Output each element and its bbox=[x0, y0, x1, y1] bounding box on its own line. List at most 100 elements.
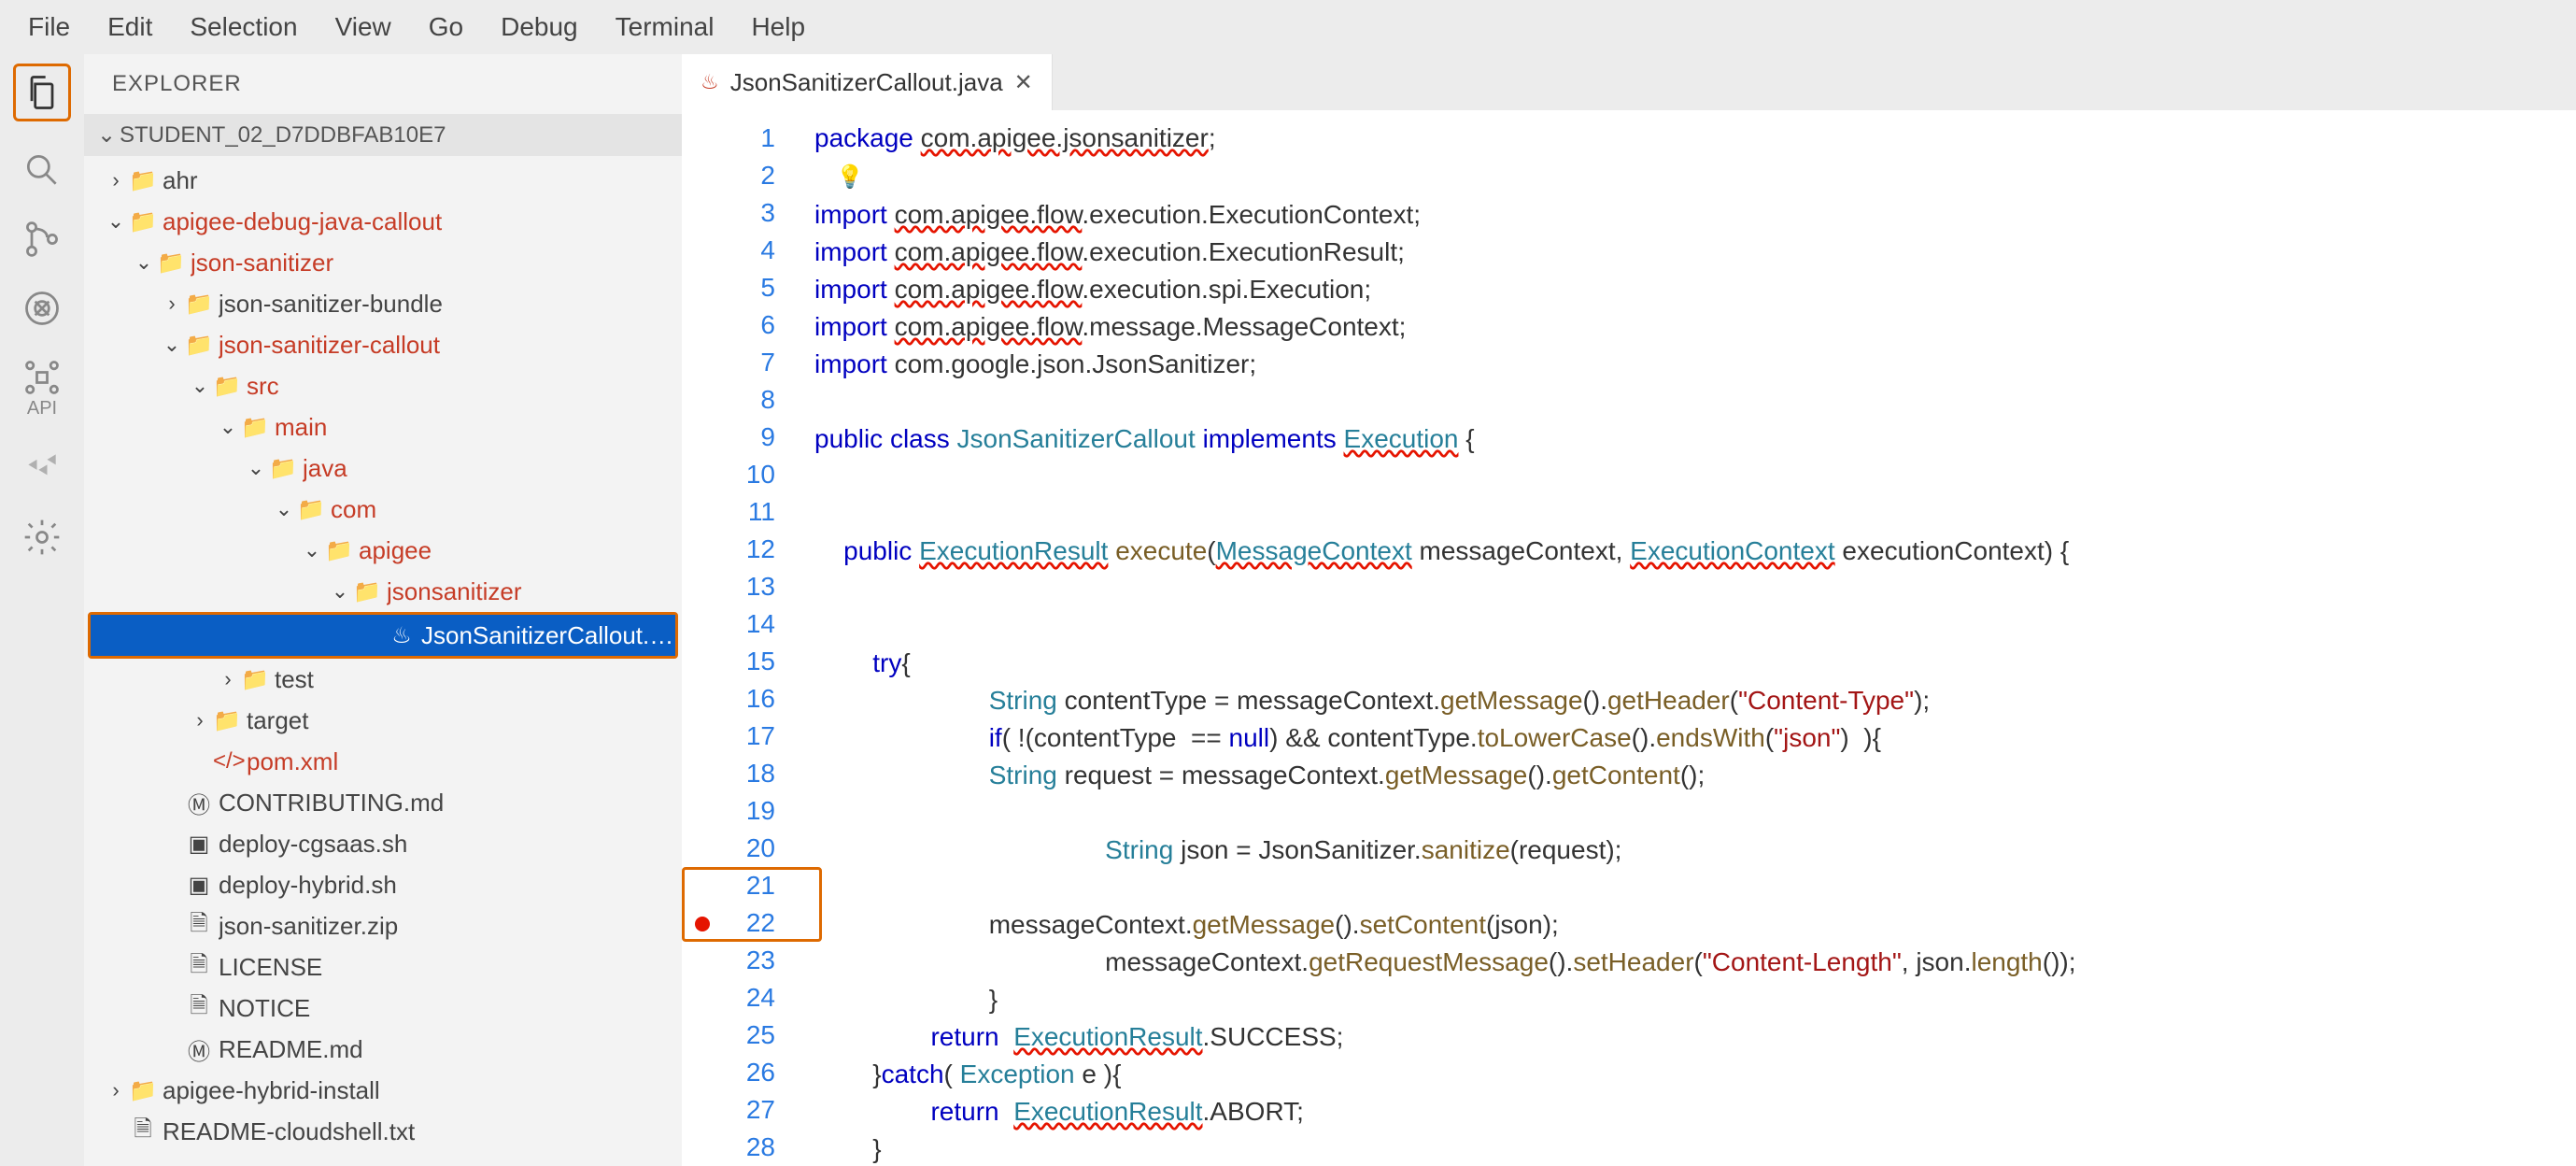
tree-item-label: NOTICE bbox=[219, 994, 682, 1023]
search-icon[interactable] bbox=[21, 149, 63, 191]
chevron-right-icon: › bbox=[187, 708, 213, 732]
tree-item[interactable]: ·🗎json-sanitizer.zip bbox=[84, 905, 682, 946]
menu-terminal[interactable]: Terminal bbox=[616, 12, 715, 42]
code-line[interactable] bbox=[814, 495, 2576, 533]
menu-go[interactable]: Go bbox=[429, 12, 463, 42]
api-icon[interactable]: API bbox=[21, 357, 63, 419]
code-line[interactable] bbox=[814, 570, 2576, 607]
breakpoint-dot[interactable] bbox=[695, 917, 710, 931]
workspace-section-header[interactable]: ⌄ STUDENT_02_D7DDBFAB10E7 bbox=[84, 114, 682, 156]
line-number: 6 bbox=[723, 306, 775, 344]
tree-item[interactable]: ·▣deploy-cgsaas.sh bbox=[84, 823, 682, 864]
code-line[interactable]: 💡 bbox=[814, 157, 2576, 196]
line-number: 1 bbox=[723, 120, 775, 157]
menu-debug[interactable]: Debug bbox=[501, 12, 578, 42]
line-number: 10 bbox=[723, 456, 775, 493]
tree-item[interactable]: ⌄📁java bbox=[84, 448, 682, 489]
code-line[interactable]: messageContext.getMessage().setContent(j… bbox=[814, 906, 2576, 944]
tree-item[interactable]: ⌄📁apigee-debug-java-callout bbox=[84, 201, 682, 242]
menu-file[interactable]: File bbox=[28, 12, 70, 42]
code-line[interactable]: String request = messageContext.getMessa… bbox=[814, 757, 2576, 794]
tree-item[interactable]: ·▣deploy-hybrid.sh bbox=[84, 864, 682, 905]
code-line[interactable] bbox=[814, 794, 2576, 832]
tree-item[interactable]: ·🗎NOTICE bbox=[84, 988, 682, 1029]
menu-help[interactable]: Help bbox=[751, 12, 805, 42]
tree-item-selected[interactable]: ·♨JsonSanitizerCallout.java bbox=[91, 615, 675, 656]
line-number: 9 bbox=[723, 419, 775, 456]
code-line[interactable] bbox=[814, 607, 2576, 645]
code-line[interactable]: import com.apigee.flow.message.MessageCo… bbox=[814, 308, 2576, 346]
explorer-icon[interactable] bbox=[21, 72, 63, 113]
tree-item[interactable]: ·</>pom.xml bbox=[84, 741, 682, 782]
code-line[interactable]: if( !(contentType == null) && contentTyp… bbox=[814, 719, 2576, 757]
line-number: 21 bbox=[723, 867, 775, 904]
sh-icon: ▣ bbox=[185, 831, 213, 858]
breakpoint-gutter[interactable] bbox=[682, 120, 723, 1166]
code-line[interactable]: return ExecutionResult.ABORT; bbox=[814, 1093, 2576, 1130]
line-number: 7 bbox=[723, 344, 775, 381]
line-number: 8 bbox=[723, 381, 775, 419]
tree-item[interactable]: ⌄📁jsonsanitizer bbox=[84, 571, 682, 612]
tree-item-label: deploy-hybrid.sh bbox=[219, 871, 682, 900]
line-number: 15 bbox=[723, 643, 775, 680]
tree-item-label: com bbox=[331, 495, 682, 524]
settings-gear-icon[interactable] bbox=[21, 517, 63, 558]
tree-item[interactable]: ›📁apigee-hybrid-install bbox=[84, 1070, 682, 1111]
folder-m-icon: 📁 bbox=[297, 496, 325, 523]
code-line[interactable]: import com.google.json.JsonSanitizer; bbox=[814, 346, 2576, 383]
code-line[interactable]: try{ bbox=[814, 645, 2576, 682]
line-number: 12 bbox=[723, 531, 775, 568]
tree-item[interactable]: ⌄📁json-sanitizer-callout bbox=[84, 324, 682, 365]
tree-item[interactable]: ⌄📁json-sanitizer bbox=[84, 242, 682, 283]
tree-item[interactable]: ›📁target bbox=[84, 700, 682, 741]
line-number: 20 bbox=[723, 830, 775, 867]
line-number: 25 bbox=[723, 1017, 775, 1054]
debug-icon[interactable] bbox=[21, 288, 63, 329]
code-content[interactable]: package com.apigee.jsonsanitizer; 💡impor… bbox=[788, 120, 2576, 1166]
code-line[interactable]: return ExecutionResult.SUCCESS; bbox=[814, 1018, 2576, 1056]
code-line[interactable]: } bbox=[814, 981, 2576, 1018]
code-line[interactable] bbox=[814, 458, 2576, 495]
tree-item[interactable]: ›📁json-sanitizer-bundle bbox=[84, 283, 682, 324]
source-control-icon[interactable] bbox=[21, 219, 63, 260]
code-line[interactable]: } bbox=[814, 1130, 2576, 1166]
chevron-down-icon: ⌄ bbox=[215, 415, 241, 439]
tree-item[interactable]: ·🗎README-cloudshell.txt bbox=[84, 1111, 682, 1152]
tree-item-label: target bbox=[247, 706, 682, 735]
menu-view[interactable]: View bbox=[335, 12, 391, 42]
menu-selection[interactable]: Selection bbox=[190, 12, 297, 42]
tree-item[interactable]: ›📁ahr bbox=[84, 160, 682, 201]
code-line[interactable] bbox=[814, 383, 2576, 420]
code-line[interactable]: import com.apigee.flow.execution.Executi… bbox=[814, 234, 2576, 271]
code-line[interactable]: import com.apigee.flow.execution.Executi… bbox=[814, 196, 2576, 234]
code-line[interactable]: String json = JsonSanitizer.sanitize(req… bbox=[814, 832, 2576, 869]
code-line[interactable]: messageContext.getRequestMessage().setHe… bbox=[814, 944, 2576, 981]
menu-bar: File Edit Selection View Go Debug Terminal Help bbox=[0, 0, 2576, 54]
editor-tabs: ♨ JsonSanitizerCallout.java ✕ bbox=[682, 54, 2576, 110]
code-line[interactable]: import com.apigee.flow.execution.spi.Exe… bbox=[814, 271, 2576, 308]
tree-item[interactable]: ·ⓂREADME.md bbox=[84, 1029, 682, 1070]
code-line[interactable]: public ExecutionResult execute(MessageCo… bbox=[814, 533, 2576, 570]
cloud-code-icon[interactable] bbox=[21, 448, 63, 489]
code-line[interactable] bbox=[814, 869, 2576, 906]
code-line[interactable]: String contentType = messageContext.getM… bbox=[814, 682, 2576, 719]
close-icon[interactable]: ✕ bbox=[1014, 69, 1033, 96]
code-line[interactable]: package com.apigee.jsonsanitizer; bbox=[814, 120, 2576, 157]
tree-item[interactable]: ⌄📁apigee bbox=[84, 530, 682, 571]
menu-edit[interactable]: Edit bbox=[107, 12, 152, 42]
code-editor[interactable]: 1234567891011121314151617181920212223242… bbox=[682, 110, 2576, 1166]
line-number: 24 bbox=[723, 979, 775, 1017]
tree-item[interactable]: ·🗎LICENSE bbox=[84, 946, 682, 988]
tree-item[interactable]: ⌄📁src bbox=[84, 365, 682, 406]
folder-icon: 📁 bbox=[241, 666, 269, 693]
api-label: API bbox=[27, 398, 57, 419]
tree-item-label: main bbox=[275, 413, 682, 442]
tree-item[interactable]: ›📁test bbox=[84, 659, 682, 700]
tree-item[interactable]: ⌄📁main bbox=[84, 406, 682, 448]
tab-jsonsanitizercallout[interactable]: ♨ JsonSanitizerCallout.java ✕ bbox=[682, 54, 1053, 110]
code-line[interactable]: }catch( Exception e ){ bbox=[814, 1056, 2576, 1093]
tree-item[interactable]: ⌄📁com bbox=[84, 489, 682, 530]
folder-icon: 📁 bbox=[185, 291, 213, 318]
code-line[interactable]: public class JsonSanitizerCallout implem… bbox=[814, 420, 2576, 458]
tree-item[interactable]: ·ⓂCONTRIBUTING.md bbox=[84, 782, 682, 823]
